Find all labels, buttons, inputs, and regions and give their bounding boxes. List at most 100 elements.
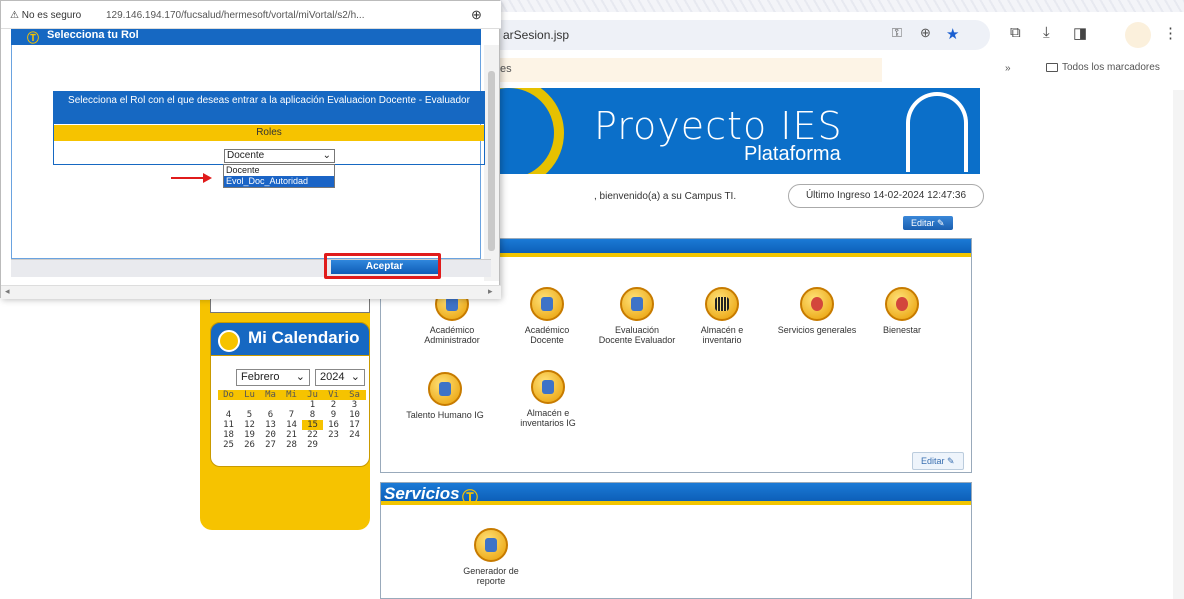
annotation-arrow [171, 177, 205, 179]
dow-label: Vi [328, 390, 339, 400]
calendar-day[interactable] [239, 400, 260, 410]
chevron-down-icon: ⌄ [350, 371, 360, 383]
all-bookmarks-label: Todos los marcadores [1062, 62, 1160, 73]
calendar-day[interactable]: 6 [260, 410, 281, 420]
dow-label: Ma [265, 390, 276, 400]
menu-kebab-icon[interactable]: ⋮ [1163, 24, 1178, 42]
app-talento-humano[interactable]: Talento Humano IG [405, 372, 485, 420]
calendar-day[interactable]: 18 [218, 430, 239, 440]
calendar-day[interactable]: 27 [260, 440, 281, 450]
popup-address-bar: ⚠ No es seguro 129.146.194.170/fucsalud/… [1, 1, 501, 29]
calendar-day[interactable] [323, 440, 344, 450]
calendar-day[interactable]: 3 [344, 400, 365, 410]
calendar-day[interactable]: 10 [344, 410, 365, 420]
calendar-day[interactable]: 25 [218, 440, 239, 450]
calendar-day[interactable]: 17 [344, 420, 365, 430]
calendar-day[interactable]: 8 [302, 410, 323, 420]
calendar-week: 123 [218, 400, 366, 410]
calendar-day[interactable] [260, 400, 281, 410]
calendar-day[interactable]: 26 [239, 440, 260, 450]
month-select[interactable]: Febrero ⌄ [236, 369, 310, 386]
dow-label: Lu [244, 390, 255, 400]
calendar-day[interactable]: 23 [323, 430, 344, 440]
calendar-day[interactable]: 2 [323, 400, 344, 410]
edit-button-header[interactable]: Editar ✎ [903, 216, 953, 230]
wellbeing-heart-icon [885, 287, 919, 321]
extensions-icon[interactable]: ⧉ [1010, 24, 1021, 41]
calendar-day[interactable] [281, 400, 302, 410]
app-label: Académico Administrador [424, 325, 480, 345]
annotation-highlight-box [324, 253, 441, 279]
calendar-icon [218, 330, 240, 352]
roles-header: Roles [54, 125, 484, 141]
role-dropdown-value: Docente [227, 150, 265, 161]
barcode-icon [705, 287, 739, 321]
popup-scroll-thumb[interactable] [488, 71, 495, 251]
bookmarks-overflow-button[interactable]: » [1005, 63, 1011, 74]
calendar-day[interactable]: 7 [281, 410, 302, 420]
calendar-day[interactable]: 13 [260, 420, 281, 430]
popup-title: Selecciona tu Rol [47, 29, 139, 41]
download-icon[interactable]: ⤓ [1043, 24, 1050, 41]
role-option-docente[interactable]: Docente [224, 165, 334, 176]
folder-icon [1046, 63, 1058, 72]
year-select[interactable]: 2024 ⌄ [315, 369, 365, 386]
popup-titlebar: Ⓣ Selecciona tu Rol [11, 29, 481, 45]
bookmark-partial-label: es [500, 63, 512, 75]
not-secure-warning[interactable]: ⚠ No es seguro [10, 10, 81, 21]
calendar-day[interactable] [344, 440, 365, 450]
bookmark-star-icon[interactable]: ★ [946, 25, 959, 43]
calendar-day[interactable]: 11 [218, 420, 239, 430]
calendar-day[interactable]: 24 [344, 430, 365, 440]
chevron-down-icon: ⌄ [295, 371, 305, 383]
app-evaluacion-docente[interactable]: Evaluación Docente Evaluador [597, 287, 677, 345]
app-almacen-inventario[interactable]: Almacén e inventario [682, 287, 762, 345]
service-generador-reporte[interactable]: Generador de reporte [451, 528, 531, 586]
bookmark-item[interactable] [487, 58, 882, 82]
calendar-day[interactable]: 14 [281, 420, 302, 430]
calendar-week: 4 5 6 7 8 9 10 [218, 410, 366, 420]
calendar-day[interactable]: 28 [281, 440, 302, 450]
header-banner: Proyecto IES Plataforma [494, 88, 980, 174]
zoom-icon[interactable]: ⊕ [920, 25, 931, 41]
logo-circle-icon [494, 88, 564, 174]
calendar-day[interactable]: 4 [218, 410, 239, 420]
app-academico-docente[interactable]: Académico Docente [507, 287, 587, 345]
role-dropdown[interactable]: Docente ⌄ [224, 149, 335, 163]
human-talent-icon [428, 372, 462, 406]
page-scrollbar[interactable] [1173, 90, 1184, 599]
calendar-day[interactable]: 9 [323, 410, 344, 420]
calendar-day[interactable]: 29 [302, 440, 323, 450]
app-servicios-generales[interactable]: Servicios generales [777, 287, 857, 335]
zoom-icon[interactable]: ⊕ [471, 7, 482, 23]
app-label: Servicios generales [777, 325, 857, 335]
scroll-left-icon[interactable]: ◂ [5, 286, 10, 297]
calendar-week: 25 26 27 28 29 [218, 440, 366, 450]
calendar-day[interactable]: 20 [260, 430, 281, 440]
calendar-day[interactable]: 12 [239, 420, 260, 430]
app-almacen-inventarios-ig[interactable]: Almacén e inventarios IG [508, 370, 588, 428]
role-popup-window: ⚠ No es seguro 129.146.194.170/fucsalud/… [0, 0, 501, 299]
services-title: Servicios [384, 484, 460, 503]
side-panel-icon[interactable]: ◨ [1073, 24, 1087, 42]
calendar-day[interactable]: 19 [239, 430, 260, 440]
calendar-day-today[interactable]: 15 [302, 420, 323, 430]
calendar-day[interactable]: 21 [281, 430, 302, 440]
all-bookmarks-button[interactable]: Todos los marcadores [1046, 62, 1160, 73]
calendar-day[interactable]: 22 [302, 430, 323, 440]
popup-horizontal-scrollbar[interactable]: ◂ ▸ [1, 285, 501, 299]
calendar-day[interactable]: 16 [323, 420, 344, 430]
app-label: Bienestar [882, 325, 922, 335]
app-bienestar[interactable]: Bienestar [862, 287, 942, 335]
profile-avatar[interactable] [1125, 22, 1151, 48]
role-option-evol-doc-autoridad[interactable]: Evol_Doc_Autoridad [224, 176, 334, 187]
calendar-day[interactable]: 5 [239, 410, 260, 420]
calendar-day[interactable]: 1 [302, 400, 323, 410]
scroll-right-icon[interactable]: ▸ [488, 286, 493, 297]
edit-button-apps[interactable]: Editar ✎ [912, 452, 964, 470]
welcome-text: , bienvenido(a) a su Campus TI. [594, 191, 737, 202]
services-icon [800, 287, 834, 321]
calendar-day[interactable] [218, 400, 239, 410]
calendar-title: Mi Calendario [248, 328, 360, 347]
password-key-icon[interactable]: ⚿ [892, 25, 902, 41]
